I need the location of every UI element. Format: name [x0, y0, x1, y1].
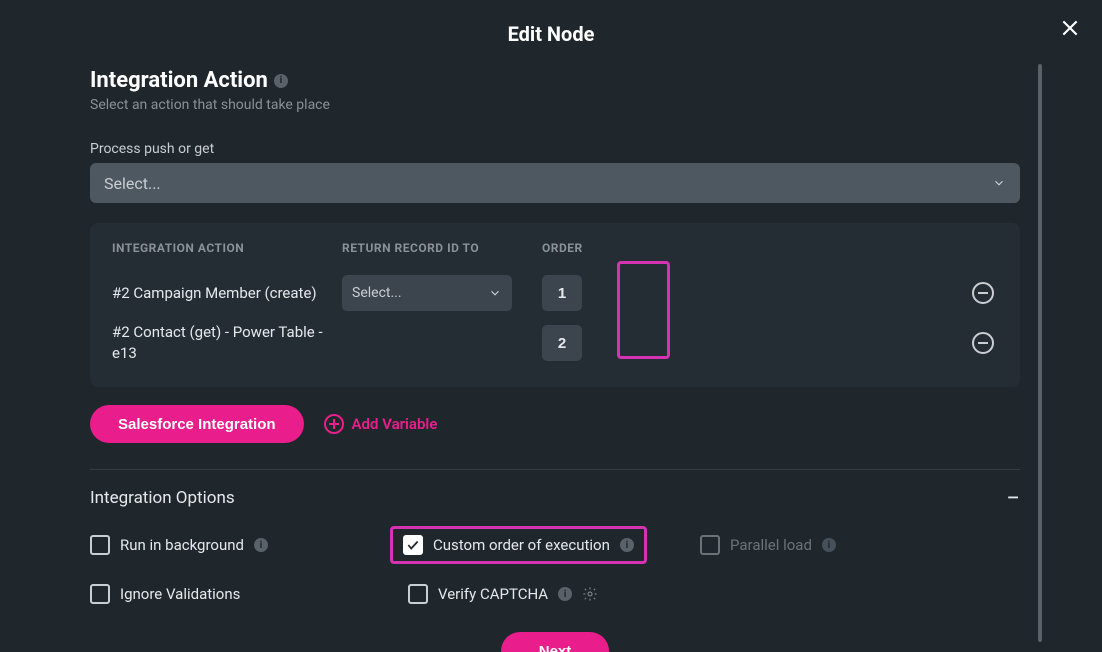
- return-select-value: Select...: [352, 285, 402, 301]
- table-header: INTEGRATION ACTION RETURN RECORD ID TO O…: [112, 241, 998, 255]
- chevron-down-icon: [992, 176, 1006, 190]
- section-title: Integration Action i: [90, 68, 1032, 93]
- add-variable-label: Add Variable: [352, 415, 438, 433]
- table-row: #2 Contact (get) - Power Table - e13: [112, 319, 998, 367]
- close-button[interactable]: [1058, 16, 1082, 40]
- salesforce-integration-button[interactable]: Salesforce Integration: [90, 405, 304, 443]
- process-select-value: Select...: [104, 174, 161, 193]
- option-label: Run in background: [120, 536, 244, 554]
- remove-row-button[interactable]: [972, 332, 994, 354]
- check-icon: [406, 538, 420, 552]
- option-custom-order-wrap: Custom order of execution i: [390, 526, 690, 564]
- option-verify-captcha: Verify CAPTCHA i: [390, 584, 690, 604]
- option-label: Parallel load: [730, 536, 812, 554]
- options-header: Integration Options −: [90, 486, 1020, 510]
- parallel-load-checkbox[interactable]: [700, 535, 720, 555]
- info-icon[interactable]: i: [274, 74, 288, 88]
- process-select[interactable]: Select...: [90, 163, 1020, 203]
- order-input[interactable]: [542, 275, 582, 311]
- header-order: ORDER: [542, 241, 602, 255]
- verify-captcha-checkbox[interactable]: [408, 584, 428, 604]
- section-subtitle: Select an action that should take place: [90, 97, 1032, 113]
- info-icon[interactable]: i: [620, 538, 634, 552]
- order-input[interactable]: [542, 325, 582, 361]
- info-icon[interactable]: i: [822, 538, 836, 552]
- next-button[interactable]: Next: [501, 632, 610, 652]
- chevron-down-icon: [488, 286, 502, 300]
- return-record-select[interactable]: Select...: [342, 275, 512, 311]
- option-run-background: Run in background i: [90, 526, 380, 564]
- option-label: Ignore Validations: [120, 585, 240, 603]
- close-icon: [1060, 18, 1080, 38]
- option-ignore-validations: Ignore Validations: [90, 584, 380, 604]
- header-action: INTEGRATION ACTION: [112, 241, 342, 255]
- options-grid: Run in background i Custom order of exec…: [90, 526, 1020, 604]
- ignore-validations-checkbox[interactable]: [90, 584, 110, 604]
- options-title: Integration Options: [90, 488, 235, 508]
- section-title-text: Integration Action: [90, 68, 268, 93]
- process-label: Process push or get: [90, 141, 1032, 157]
- modal-body: Integration Action i Select an action th…: [0, 68, 1042, 652]
- table-row: #2 Campaign Member (create) Select...: [112, 269, 998, 317]
- footer-actions: Next: [90, 632, 1020, 652]
- header-return: RETURN RECORD ID TO: [342, 241, 542, 255]
- modal-title: Edit Node: [0, 0, 1102, 58]
- info-icon[interactable]: i: [558, 587, 572, 601]
- option-custom-order: Custom order of execution i: [403, 535, 634, 555]
- highlight-custom-order: Custom order of execution i: [390, 526, 647, 564]
- scrollbar[interactable]: [1038, 64, 1042, 642]
- divider: [90, 469, 1020, 470]
- plus-icon: [324, 414, 344, 434]
- collapse-toggle[interactable]: −: [1006, 486, 1020, 510]
- integration-table: INTEGRATION ACTION RETURN RECORD ID TO O…: [90, 223, 1020, 387]
- gear-icon[interactable]: [582, 586, 598, 602]
- remove-row-button[interactable]: [972, 282, 994, 304]
- row-action-text: #2 Contact (get) - Power Table - e13: [112, 322, 342, 364]
- option-label: Verify CAPTCHA: [438, 585, 548, 603]
- info-icon[interactable]: i: [254, 538, 268, 552]
- run-background-checkbox[interactable]: [90, 535, 110, 555]
- table-actions: Salesforce Integration Add Variable: [90, 405, 1032, 443]
- option-label: Custom order of execution: [433, 536, 610, 554]
- row-action-text: #2 Campaign Member (create): [112, 283, 342, 304]
- custom-order-checkbox[interactable]: [403, 535, 423, 555]
- add-variable-link[interactable]: Add Variable: [324, 414, 438, 434]
- option-parallel-load: Parallel load i: [700, 526, 960, 564]
- edit-node-modal: Edit Node Integration Action i Select an…: [0, 0, 1102, 652]
